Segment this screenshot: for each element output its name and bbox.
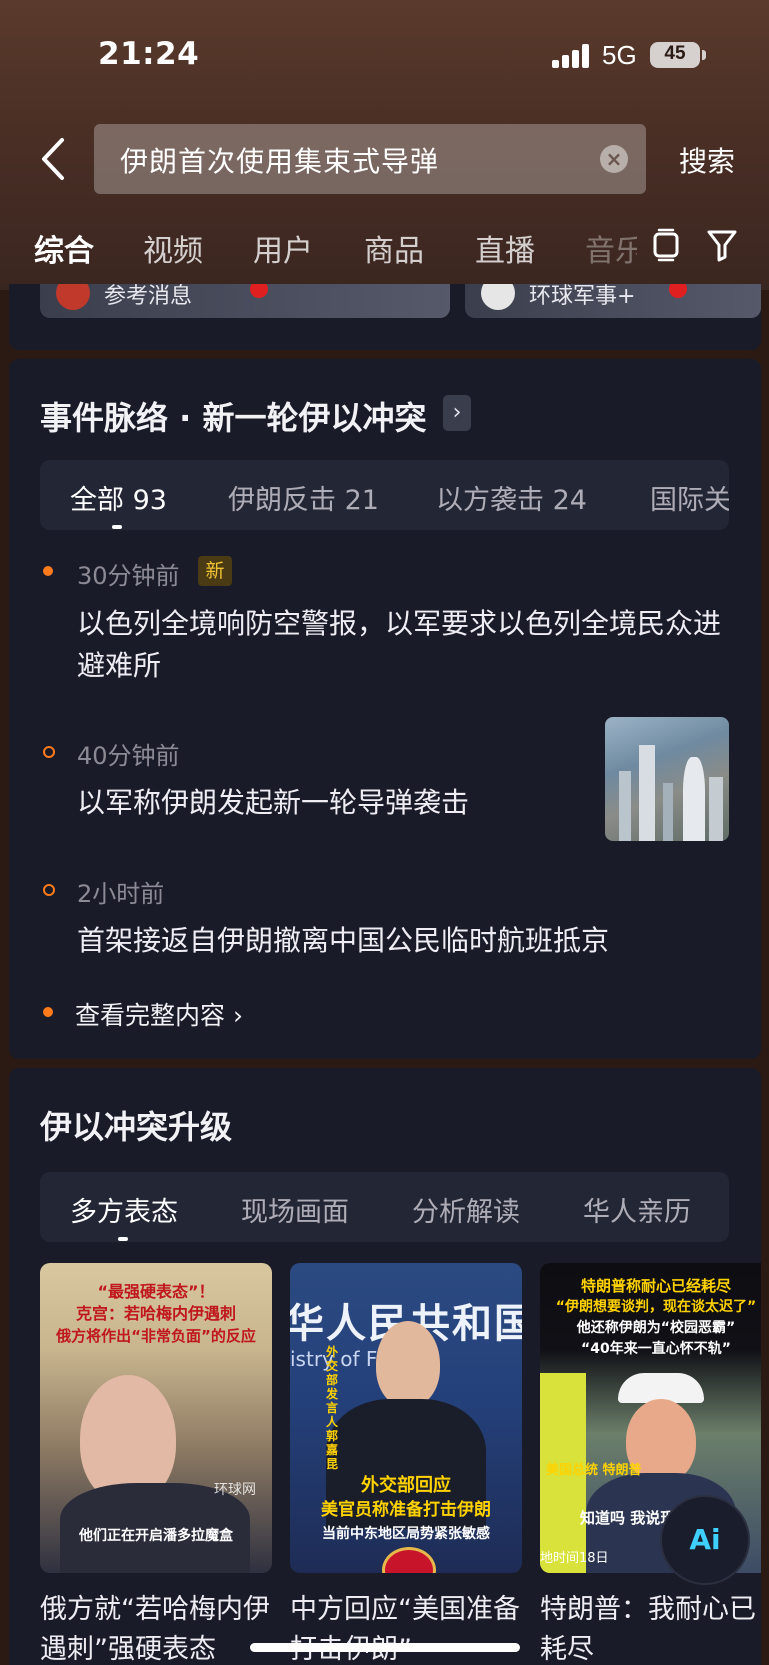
watermark: 环球网 xyxy=(214,1482,256,1498)
tab-live[interactable]: 直播 xyxy=(475,226,535,270)
video-title[interactable]: 特朗普：我耐心已耗尽 xyxy=(540,1590,761,1665)
video-date: 地时间18日 xyxy=(540,1551,609,1566)
filter-scene[interactable]: 现场画面 xyxy=(241,1190,349,1229)
conflict-filter-bar: 多方表态 现场画面 分析解读 华人亲历 xyxy=(40,1172,729,1242)
video-caption: 他还称伊朗为“校园恶霸” xyxy=(576,1320,736,1336)
section-title[interactable]: 事件脉络 · 新一轮伊以冲突 xyxy=(40,393,426,439)
video-caption: “伊朗想要谈判，现在谈太迟了” xyxy=(555,1299,757,1315)
timeline-headline[interactable]: 首架接返自伊朗撤离中国公民临时航班抵京 xyxy=(77,920,727,962)
timeline-time: 40分钟前 xyxy=(77,742,180,770)
video-subtitle: 知道吗 我说现 xyxy=(580,1509,676,1527)
active-indicator xyxy=(112,525,122,529)
timeline-headline[interactable]: 以军称伊朗发起新一轮导弹袭击 xyxy=(77,782,577,824)
battery-tip xyxy=(702,50,706,60)
video-caption: 克宫：若哈梅内伊遇刺 xyxy=(75,1304,236,1323)
tab-goods[interactable]: 商品 xyxy=(364,226,424,270)
view-full-link[interactable]: 查看完整内容 › xyxy=(75,996,243,1032)
signal-icon xyxy=(552,44,592,68)
filter-chinese-experience[interactable]: 华人亲历 xyxy=(583,1190,691,1229)
tab-video[interactable]: 视频 xyxy=(143,226,203,270)
verified-icon xyxy=(250,284,268,298)
timeline-dot xyxy=(43,566,53,576)
status-time: 21:24 xyxy=(98,36,200,72)
timeline-time: 30分钟前 xyxy=(77,562,180,590)
timeline-dot xyxy=(43,746,55,758)
conflict-panel: 伊以冲突升级 多方表态 现场画面 分析解读 华人亲历 “最强硬表态”！ 克宫：若… xyxy=(9,1068,761,1665)
network-type: 5G xyxy=(602,40,637,70)
avatar xyxy=(56,284,90,310)
clear-icon[interactable]: × xyxy=(600,145,628,173)
filter-icon[interactable] xyxy=(706,228,738,262)
battery-level: 45 xyxy=(664,43,686,64)
battery-icon: 45 xyxy=(650,42,700,68)
search-query: 伊朗首次使用集束式导弹 xyxy=(120,145,440,178)
home-indicator[interactable] xyxy=(250,1643,520,1652)
filter-israel-attack[interactable]: 以方袭击 24 xyxy=(436,478,587,517)
video-title[interactable]: 俄方就“若哈梅内伊遇刺”强硬表态 xyxy=(40,1590,280,1665)
news-thumbnail[interactable] xyxy=(605,717,729,841)
tab-users[interactable]: 用户 xyxy=(253,226,313,270)
avatar xyxy=(481,284,515,310)
event-timeline-panel: 事件脉络 · 新一轮伊以冲突 › 全部 93 伊朗反击 21 以方袭击 24 国… xyxy=(9,359,761,1059)
new-badge: 新 xyxy=(198,556,232,586)
speaker-label: 外交部发言人 郭嘉昆 xyxy=(326,1345,339,1471)
timeline-dot xyxy=(43,1007,53,1017)
video-title[interactable]: 中方回应“美国准备打击伊朗” xyxy=(290,1590,530,1665)
emblem-icon xyxy=(382,1547,436,1573)
video-card[interactable]: 华人民共和国 istry of Foreign 外交部发言人 郭嘉昆 外交部回应… xyxy=(290,1263,522,1573)
person-image xyxy=(376,1321,440,1407)
video-card[interactable]: “最强硬表态”！ 克宫：若哈梅内伊遇刺 俄方将作出“非常负面”的反应 环球网 他… xyxy=(40,1263,272,1573)
video-subtitle: 当前中东地区局势紧张敏感 xyxy=(322,1526,490,1542)
search-button[interactable]: 搜索 xyxy=(679,140,735,180)
timeline-dot xyxy=(43,884,55,896)
video-caption: “40年来一直心怀不轨” xyxy=(581,1341,731,1357)
tab-all[interactable]: 综合 xyxy=(34,226,94,270)
filter-international[interactable]: 国际关 xyxy=(650,478,729,517)
section-title: 伊以冲突升级 xyxy=(40,1108,233,1146)
source-name: 环球军事+ xyxy=(529,284,636,309)
back-arrow-icon[interactable] xyxy=(36,136,76,182)
timeline-headline[interactable]: 以色列全境响防空警报，以军要求以色列全境民众进避难所 xyxy=(77,603,727,687)
ai-assistant-button[interactable]: Ai xyxy=(660,1495,750,1585)
video-caption: 美官员称准备打击伊朗 xyxy=(321,1500,491,1520)
video-subtitle: 他们正在开启潘多拉魔盒 xyxy=(79,1528,233,1544)
source-card[interactable]: 环球军事+ xyxy=(465,284,761,318)
ai-assistant-label: Ai xyxy=(689,1523,721,1556)
video-caption: 特朗普称耐心已经耗尽 xyxy=(580,1277,731,1295)
event-filter-bar: 全部 93 伊朗反击 21 以方袭击 24 国际关 xyxy=(40,460,729,530)
video-caption: 外交部回应 xyxy=(361,1475,451,1496)
chevron-right-icon[interactable]: › xyxy=(443,395,471,431)
source-card[interactable]: 参考消息 xyxy=(40,284,450,318)
filter-iran-counter[interactable]: 伊朗反击 21 xyxy=(228,478,379,517)
filter-all[interactable]: 全部 93 xyxy=(70,478,167,517)
video-caption: 俄方将作出“非常负面”的反应 xyxy=(56,1327,256,1345)
speaker-label: 美国总统 特朗普 xyxy=(546,1463,642,1478)
active-indicator xyxy=(118,1237,128,1241)
top-card-panel: 参考消息 环球军事+ xyxy=(9,284,761,350)
video-caption: “最强硬表态”！ xyxy=(97,1282,215,1301)
tab-music[interactable]: 音乐 xyxy=(585,226,637,270)
filter-statements[interactable]: 多方表态 xyxy=(70,1190,178,1229)
view-full-label: 查看完整内容 xyxy=(75,1001,226,1030)
timeline-time: 2小时前 xyxy=(77,880,165,908)
verified-icon xyxy=(669,284,687,298)
filter-analysis[interactable]: 分析解读 xyxy=(412,1190,520,1229)
layout-toggle-icon[interactable] xyxy=(650,228,682,262)
search-input[interactable]: 伊朗首次使用集束式导弹 × xyxy=(94,124,646,194)
source-name: 参考消息 xyxy=(104,284,193,309)
